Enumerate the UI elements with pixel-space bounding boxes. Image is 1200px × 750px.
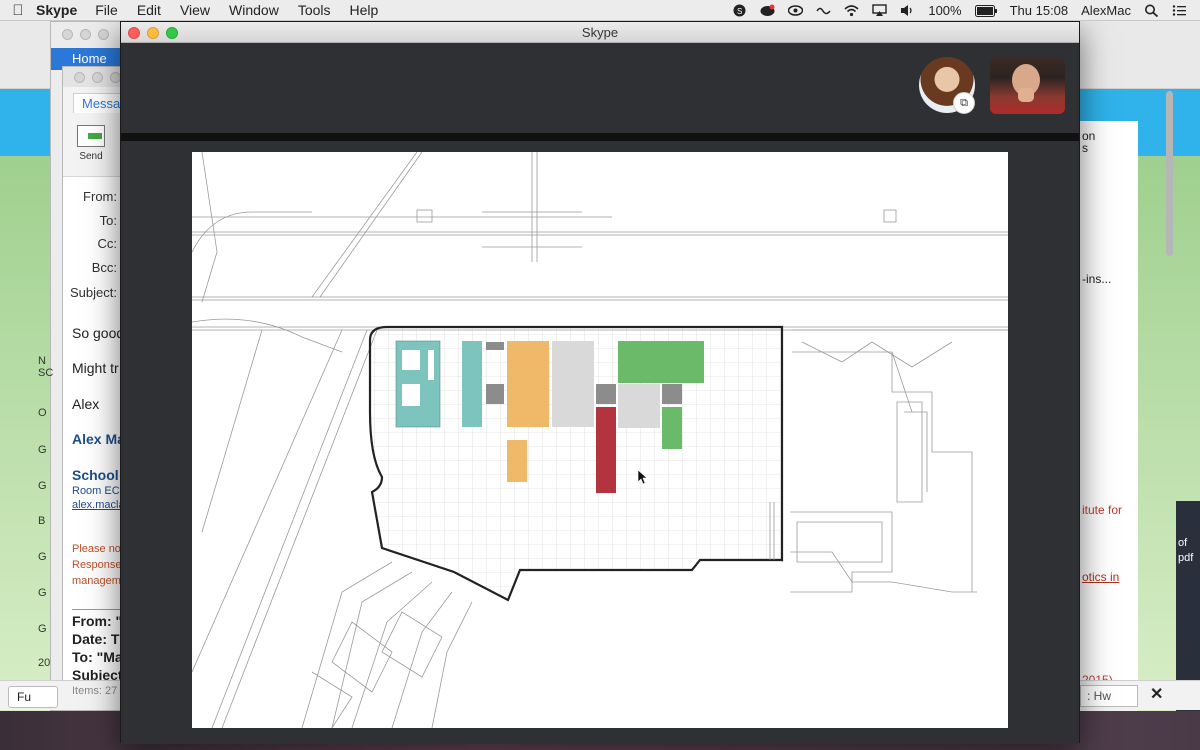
battery-percent: 100%	[928, 3, 962, 18]
send-button[interactable]: Send	[71, 125, 111, 162]
battery-icon[interactable]	[974, 4, 997, 17]
list-item[interactable]: SC	[38, 367, 53, 379]
zone-dark-gray-2[interactable]	[662, 384, 682, 404]
mail-min-dot[interactable]	[80, 29, 91, 40]
svg-text:S: S	[737, 7, 742, 16]
quoted-to: To: "Ma	[72, 649, 123, 665]
zone-teal-gap	[428, 350, 434, 380]
zone-orange-large[interactable]	[507, 341, 549, 427]
menu-edit[interactable]: Edit	[137, 2, 161, 18]
zone-teal-gap	[402, 384, 420, 406]
menu-help[interactable]: Help	[350, 2, 379, 18]
zone-light-gray-2[interactable]	[618, 384, 660, 428]
zone-dark-gray[interactable]	[596, 384, 616, 404]
corner-text-1: of	[1178, 537, 1188, 549]
menu-tools[interactable]: Tools	[298, 2, 331, 18]
signature-room: Room EC	[72, 485, 120, 497]
screen-share-area	[121, 141, 1079, 744]
signature-school: School	[72, 467, 119, 483]
bcc-label: Bcc:	[91, 260, 117, 275]
skype-window: Skype ⧉	[120, 21, 1080, 744]
send-icon	[77, 125, 105, 147]
list-item[interactable]: N	[38, 355, 46, 367]
list-item[interactable]: O	[38, 407, 47, 419]
volume-icon[interactable]	[900, 4, 915, 17]
zone-green-large[interactable]	[618, 341, 704, 383]
list-item[interactable]: G	[38, 587, 47, 599]
signature-email[interactable]: alex.macla	[72, 499, 125, 511]
compose-close-dot[interactable]	[74, 72, 85, 83]
right-text-2: s	[1082, 141, 1088, 155]
quoted-from: From: "	[72, 613, 123, 629]
zone-teal-column[interactable]	[462, 341, 482, 427]
mail-zoom-dot[interactable]	[98, 29, 109, 40]
browser-right-panel: on s -ins... itute for otics in 2015)	[1080, 121, 1138, 701]
menu-bar:  Skype File Edit View Window Tools Help…	[0, 0, 1200, 21]
participant-hand	[1018, 88, 1034, 102]
menu-window[interactable]: Window	[229, 2, 279, 18]
shared-floorplan[interactable]	[192, 152, 1008, 728]
menu-app-name[interactable]: Skype	[36, 2, 77, 18]
zone-gray-small[interactable]	[486, 384, 504, 404]
right-text-5[interactable]: otics in	[1082, 570, 1119, 584]
window-title: Skype	[581, 25, 619, 40]
screen-share-divider	[121, 133, 1079, 141]
participant-video[interactable]	[990, 58, 1065, 114]
clock[interactable]: Thu 15:08	[1010, 3, 1069, 18]
list-item[interactable]: 20	[38, 657, 50, 669]
wave-icon[interactable]	[816, 4, 831, 17]
airplay-icon[interactable]	[872, 4, 888, 17]
notice-line-3: managem	[72, 575, 121, 587]
list-item[interactable]: B	[38, 515, 45, 527]
skype-icon[interactable]: S	[732, 4, 747, 17]
floorplan-drawing	[192, 152, 1008, 728]
wifi-icon[interactable]	[844, 4, 859, 17]
from-label: From:	[83, 189, 117, 204]
list-item[interactable]: G	[38, 551, 47, 563]
close-icon[interactable]: ✕	[1150, 684, 1163, 704]
send-label: Send	[79, 151, 103, 162]
browser-scrollbar[interactable]	[1166, 91, 1173, 256]
zone-teal-gap	[402, 350, 420, 370]
zone-red[interactable]	[596, 407, 616, 493]
mail-close-dot[interactable]	[62, 29, 73, 40]
user-name[interactable]: AlexMac	[1081, 3, 1131, 18]
tab-home[interactable]: Home	[66, 50, 113, 67]
zone-light-gray[interactable]	[552, 341, 594, 427]
body-line-3[interactable]: Alex	[72, 396, 99, 412]
body-line-2[interactable]: Might tr	[72, 360, 119, 376]
apple-icon[interactable]: 	[0, 2, 36, 19]
body-line-1[interactable]: So good	[72, 325, 124, 341]
list-item[interactable]: G	[38, 623, 47, 635]
notice-line-1: Please no	[72, 543, 121, 555]
corner-text-2: pdf	[1178, 552, 1194, 564]
zone-gray-small[interactable]	[486, 342, 504, 350]
cc-label: Cc:	[97, 236, 118, 251]
list-item[interactable]: G	[38, 444, 47, 456]
right-text-4[interactable]: itute for	[1082, 503, 1122, 517]
eye-icon[interactable]	[788, 4, 804, 17]
status-area: S 100% Thu 15:08 AlexMac	[732, 0, 1200, 21]
popout-icon[interactable]: ⧉	[953, 92, 975, 114]
zone-orange-small[interactable]	[507, 440, 527, 482]
items-count: Items: 27	[72, 685, 118, 697]
list-item[interactable]: G	[38, 480, 47, 492]
signature-name: Alex Ma	[72, 431, 125, 447]
right-text-3[interactable]: -ins...	[1082, 272, 1111, 286]
notice-line-2: Response	[72, 559, 122, 571]
compose-min-dot[interactable]	[92, 72, 103, 83]
creative-cloud-icon[interactable]	[760, 4, 775, 17]
skype-titlebar: Skype	[121, 22, 1079, 43]
zone-green-small[interactable]	[662, 407, 682, 449]
menu-view[interactable]: View	[180, 2, 210, 18]
search-icon[interactable]	[1144, 4, 1159, 17]
menu-file[interactable]: File	[95, 2, 118, 18]
download-file[interactable]: Fu	[8, 686, 58, 708]
download-hw[interactable]: : Hw	[1080, 685, 1138, 707]
to-label: To:	[99, 213, 117, 228]
subject-label: Subject:	[70, 285, 117, 300]
list-icon[interactable]	[1172, 4, 1187, 17]
